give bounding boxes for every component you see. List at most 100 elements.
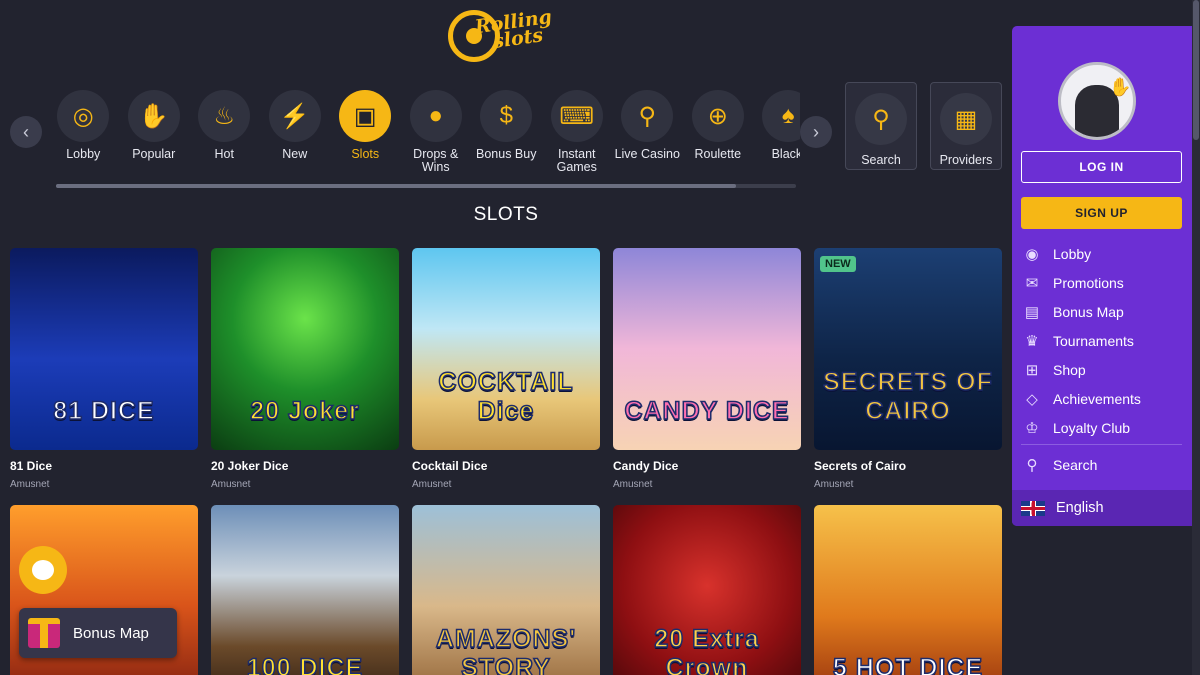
slot-machine-icon: ▦ (940, 93, 992, 145)
lightning-icon: ⚡ (268, 90, 321, 142)
side-menu-label: Tournaments (1053, 333, 1134, 350)
game-thumbnail[interactable]: COCKTAIL Dice (412, 248, 600, 450)
game-title[interactable]: Secrets of Cairo (814, 459, 1002, 473)
game-card[interactable]: 5 HOT DICE (814, 505, 1002, 675)
side-menu-search[interactable]: ⚲ Search (1021, 451, 1098, 479)
game-artwork-title: 20 Joker (250, 396, 360, 426)
category-bonus-buy[interactable]: $ Bonus Buy (471, 90, 542, 180)
magnifier-icon: ⚲ (621, 90, 674, 142)
search-icon: ⚲ (855, 93, 907, 145)
category-label: New (282, 147, 308, 161)
category-label: Lobby (66, 147, 101, 161)
bomb-icon: ● (409, 90, 462, 142)
new-badge: NEW (820, 256, 856, 272)
game-card[interactable]: COCKTAIL Dice Cocktail Dice Amusnet (412, 248, 600, 490)
category-lobby[interactable]: ◎ Lobby (48, 90, 119, 180)
game-artwork-title: 100 DICE (246, 653, 364, 675)
category-label: Drops & Wins (413, 147, 459, 174)
category-label: Roulette (694, 147, 742, 161)
game-artwork-title: 5 HOT DICE (832, 653, 984, 675)
side-menu-achievements[interactable]: ◇ Achievements (1021, 384, 1182, 413)
language-selector[interactable]: English (1012, 490, 1192, 526)
side-menu-lobby[interactable]: ◉ Lobby (1021, 240, 1182, 269)
chevron-left-icon: ‹ (23, 121, 29, 142)
megaphone-icon: ✉ (1025, 275, 1039, 293)
side-menu: ◉ Lobby ✉ Promotions ▤ Bonus Map ♛ Tournaments ⊞… (1021, 240, 1182, 442)
category-instant-games[interactable]: ⌨ Instant Games (542, 90, 613, 180)
category-scrollbar[interactable] (56, 184, 796, 188)
game-thumbnail[interactable]: 20 Joker (211, 248, 399, 450)
login-button[interactable]: LOG IN (1021, 151, 1182, 183)
game-card[interactable]: AMAZONS' STORY (412, 505, 600, 675)
rock-hand-icon: ✋ (1109, 77, 1132, 97)
money-bag-icon: $ (480, 90, 533, 142)
game-provider: Amusnet (412, 479, 452, 490)
game-provider: Amusnet (10, 479, 50, 490)
game-title[interactable]: 20 Joker Dice (211, 459, 399, 473)
side-menu-bonus-map[interactable]: ▤ Bonus Map (1021, 298, 1182, 327)
category-scrollbar-thumb[interactable] (56, 184, 736, 188)
category-hot[interactable]: ♨ Hot (189, 90, 260, 180)
game-card[interactable]: CANDY DICE Candy Dice Amusnet (613, 248, 801, 490)
category-live-casino[interactable]: ⚲ Live Casino (612, 90, 683, 180)
side-menu-label: Promotions (1053, 275, 1124, 292)
category-label: Blackj (771, 147, 800, 161)
category-label: Live Casino (614, 147, 680, 161)
category-label: Popular (132, 147, 176, 161)
game-thumbnail[interactable]: AMAZONS' STORY (412, 505, 600, 675)
category-blackj[interactable]: ♠ Blackj (753, 90, 800, 180)
diamond-icon: ◇ (1026, 390, 1038, 408)
chat-button[interactable] (19, 546, 67, 594)
page-scrollbar[interactable] (1192, 0, 1200, 675)
category-label: Hot (214, 147, 234, 161)
chip-icon: ◎ (57, 90, 110, 142)
game-title[interactable]: Candy Dice (613, 459, 801, 473)
section-title: SLOTS (473, 204, 539, 225)
game-card[interactable]: 81 DICE 81 Dice Amusnet (10, 248, 198, 490)
game-card[interactable]: SECRETS OF CAIRO NEW Secrets of Cairo Amusn… (814, 248, 1002, 490)
chat-icon (32, 560, 54, 580)
game-title[interactable]: Cocktail Dice (412, 459, 600, 473)
page-scrollbar-thumb[interactable] (1193, 0, 1199, 140)
side-menu-label: Shop (1053, 362, 1086, 378)
side-menu-shop[interactable]: ⊞ Shop (1021, 356, 1182, 385)
category-roulette[interactable]: ⊕ Roulette (683, 90, 754, 180)
mascot-avatar: ✋ (1058, 62, 1136, 140)
game-thumbnail[interactable]: SECRETS OF CAIRO NEW (814, 248, 1002, 450)
category-popular[interactable]: ✋ Popular (119, 90, 190, 180)
game-thumbnail[interactable]: 20 Extra Crown (613, 505, 801, 675)
chevron-right-icon: › (813, 121, 819, 142)
category-new[interactable]: ⚡ New (260, 90, 331, 180)
game-card[interactable]: 20 Extra Crown (613, 505, 801, 675)
category-slots[interactable]: ▣ Slots (330, 90, 401, 180)
side-menu-tournaments[interactable]: ♛ Tournaments (1021, 327, 1182, 356)
rolling-slots-logo[interactable]: Rolling slots (448, 6, 564, 66)
game-card[interactable]: 20 Joker 20 Joker Dice Amusnet (211, 248, 399, 490)
game-card[interactable]: 100 DICE (211, 505, 399, 675)
providers-button[interactable]: ▦ Providers (930, 82, 1002, 170)
game-thumbnail[interactable]: 81 DICE (10, 248, 198, 450)
game-thumbnail[interactable]: CANDY DICE (613, 248, 801, 450)
categories-next-button[interactable]: › (800, 116, 832, 148)
map-icon: ▤ (1024, 304, 1040, 322)
side-menu-promotions[interactable]: ✉ Promotions (1021, 269, 1182, 298)
game-thumbnail[interactable]: 100 DICE (211, 505, 399, 675)
side-menu-loyalty-club[interactable]: ♔ Loyalty Club (1021, 413, 1182, 442)
bonus-map-button[interactable]: Bonus Map (19, 608, 177, 658)
category-drops-wins[interactable]: ● Drops & Wins (401, 90, 472, 180)
search-button[interactable]: ⚲ Search (845, 82, 917, 170)
signup-button[interactable]: SIGN UP (1021, 197, 1182, 229)
trophy-icon: ♛ (1025, 333, 1039, 351)
cards-icon: ♠ (762, 90, 800, 142)
category-label: Instant Games (556, 147, 597, 174)
side-panel: ✋ LOG IN SIGN UP ◉ Lobby ✉ Promotions ▤ Bonus… (1012, 26, 1192, 526)
game-artwork-title: SECRETS OF CAIRO (822, 367, 993, 426)
game-title[interactable]: 81 Dice (10, 459, 198, 473)
roulette-icon: ⊕ (691, 90, 744, 142)
language-label: English (1056, 500, 1104, 516)
game-provider: Amusnet (211, 479, 251, 490)
category-label: Slots (351, 147, 380, 161)
categories-prev-button[interactable]: ‹ (10, 116, 42, 148)
bonus-map-label: Bonus Map (73, 624, 149, 642)
game-thumbnail[interactable]: 5 HOT DICE (814, 505, 1002, 675)
